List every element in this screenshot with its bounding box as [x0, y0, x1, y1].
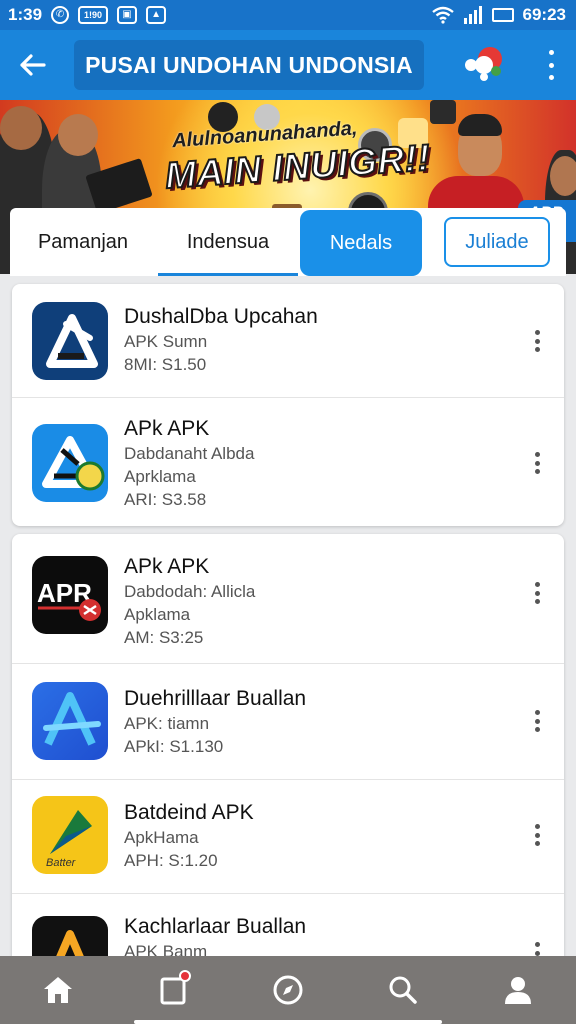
app-name: Duehrilllaar Buallan	[124, 687, 307, 710]
item-more-icon[interactable]	[534, 330, 540, 352]
app-category: ApkHama	[124, 828, 199, 847]
item-more-icon[interactable]	[534, 582, 540, 604]
nav-explore[interactable]	[230, 956, 345, 1024]
app-size: APkI: S1.130	[124, 737, 224, 756]
battery-text: 69:23	[522, 5, 566, 24]
app-icon: APR	[32, 556, 108, 634]
nav-home[interactable]	[0, 956, 115, 1024]
list-item[interactable]: Duehrilllaar Buallan APK: tiamn APkI: S1…	[12, 664, 564, 780]
wifi-icon	[431, 6, 454, 24]
tab-indensua[interactable]: Indensua	[156, 208, 300, 276]
app-icon	[32, 682, 108, 760]
page-title: PUSAI UNDOHAN UNDONSIA	[74, 40, 424, 90]
app-list-card: APR APk APK Dabdodah: Allicla Apklama AM…	[12, 534, 564, 964]
item-more-icon[interactable]	[534, 710, 540, 732]
back-button[interactable]	[0, 30, 64, 100]
status-bar: 1:39 ✆ 1!90 ▣ ▲ 69:23	[0, 0, 576, 30]
share-icon	[465, 47, 502, 81]
search-icon	[389, 976, 417, 1004]
app-bar: PUSAI UNDOHAN UNDONSIA	[0, 30, 576, 100]
arrow-left-icon	[20, 54, 46, 76]
notification-badge	[179, 970, 191, 982]
signal-icon	[463, 6, 482, 24]
list-item[interactable]: DushalDba Upcahan APK Sumn 8MI: S1.50	[12, 284, 564, 398]
explore-icon	[273, 975, 302, 1005]
nav-notifications[interactable]	[115, 956, 230, 1024]
status-time: 1:39	[8, 5, 43, 24]
item-more-icon[interactable]	[534, 824, 540, 846]
list-item[interactable]: APk APK Dabdanaht Albda Aprklama ARI: S3…	[12, 398, 564, 526]
app-name: Kachlarlaar Buallan	[124, 915, 307, 938]
profile-icon	[504, 977, 531, 1004]
app-name: Batdeind APK	[124, 801, 254, 824]
app-name: APk APK	[124, 555, 210, 578]
tab-nedals[interactable]: Nedals	[300, 210, 422, 276]
app-category: Aprklama	[124, 467, 196, 486]
yellow-logo-text: Batter	[46, 857, 77, 869]
list-item[interactable]: Kachlarlaar Buallan APK Banm	[12, 894, 564, 964]
tab-pamanjan[interactable]: Pamanjan	[10, 208, 156, 276]
app-list-card: DushalDba Upcahan APK Sumn 8MI: S1.50 AP…	[12, 284, 564, 526]
more-vertical-icon[interactable]	[546, 50, 556, 80]
image-icon: ▲	[146, 6, 167, 24]
nav-search[interactable]	[345, 956, 460, 1024]
app-size: 8MI: S1.50	[124, 355, 207, 374]
tab-juliade[interactable]: Juliade	[444, 217, 550, 267]
app-category: APK: tiamn	[124, 714, 210, 733]
nav-profile[interactable]	[460, 956, 575, 1024]
app-subtitle: Dabdodah: Allicla	[124, 582, 256, 601]
whatsapp-icon: ✆	[51, 6, 70, 24]
lock-icon: ▣	[117, 6, 138, 24]
app-size: AM: S3:25	[124, 628, 204, 647]
home-icon	[43, 977, 72, 1003]
list-item[interactable]: APR APk APK Dabdodah: Allicla Apklama AM…	[12, 534, 564, 664]
media-icon: 1!90	[78, 6, 109, 24]
app-size: APH: S:1.20	[124, 851, 218, 870]
category-tabs: Pamanjan Indensua Nedals Juliade	[10, 208, 566, 276]
gesture-bar	[134, 1020, 442, 1024]
bottom-navigation	[0, 956, 576, 1024]
app-category: Apklama	[124, 605, 191, 624]
item-more-icon[interactable]	[534, 452, 540, 474]
app-name: APk APK	[124, 417, 210, 440]
list-item[interactable]: Batter Batdeind APK ApkHama APH: S:1.20	[12, 780, 564, 894]
app-icon	[32, 302, 108, 380]
app-icon: Batter	[32, 796, 108, 874]
app-subtitle: Dabdanaht Albda	[124, 444, 255, 463]
app-subtitle: APK Sumn	[124, 332, 208, 351]
battery-icon	[491, 8, 514, 22]
share-button[interactable]	[462, 45, 504, 85]
app-icon	[32, 424, 108, 502]
app-name: DushalDba Upcahan	[124, 305, 318, 328]
app-size: ARI: S3.58	[124, 490, 207, 509]
